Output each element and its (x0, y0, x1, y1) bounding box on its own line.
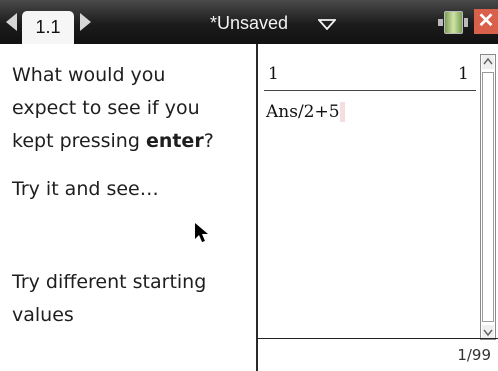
text-cursor (339, 102, 345, 122)
suggestion-line-2: values (12, 304, 74, 326)
question-line-1: What would you (12, 64, 166, 86)
enter-keyword: enter (145, 130, 204, 152)
suggestion-line-1: Try different starting (12, 271, 207, 293)
cursor-icon (195, 223, 208, 242)
history-result[interactable]: 1 (458, 64, 469, 84)
entry-line-input[interactable]: Ans/2+5 (266, 102, 345, 122)
history-input[interactable]: 1 (268, 64, 279, 84)
notes-panel[interactable]: What would you expect to see if you kept… (0, 44, 258, 371)
tab-label: 1.1 (35, 17, 61, 37)
nav-right-icon[interactable] (80, 13, 91, 31)
question-line-3-suffix: ? (203, 130, 214, 152)
calculator-panel[interactable]: 1 1 Ans/2+5 1/99 (258, 44, 498, 371)
tab-1-1[interactable]: 1.1 (22, 11, 74, 44)
status-divider (258, 338, 498, 339)
scroll-down-icon[interactable] (482, 325, 494, 339)
instruction-text: Try it and see… (12, 178, 159, 200)
close-icon[interactable]: ✕ (474, 9, 498, 34)
document-title[interactable]: *Unsaved (210, 13, 288, 34)
scroll-up-icon[interactable] (482, 55, 494, 69)
dropdown-icon[interactable] (318, 19, 336, 30)
scroll-thumb[interactable] (482, 72, 494, 322)
question-line-2: expect to see if you (12, 97, 200, 119)
history-divider (264, 90, 476, 91)
entry-text: Ans/2+5 (266, 102, 340, 122)
battery-icon (438, 11, 468, 34)
suggestion-text: Try different starting values (12, 266, 206, 332)
title-bar: 1.1 *Unsaved ✕ (0, 0, 498, 44)
scrollbar[interactable] (480, 54, 496, 340)
question-text: What would you expect to see if you kept… (12, 59, 214, 158)
history-count: 1/99 (457, 346, 491, 364)
question-line-3-prefix: kept pressing (12, 130, 146, 152)
nav-left-icon[interactable] (6, 13, 17, 31)
